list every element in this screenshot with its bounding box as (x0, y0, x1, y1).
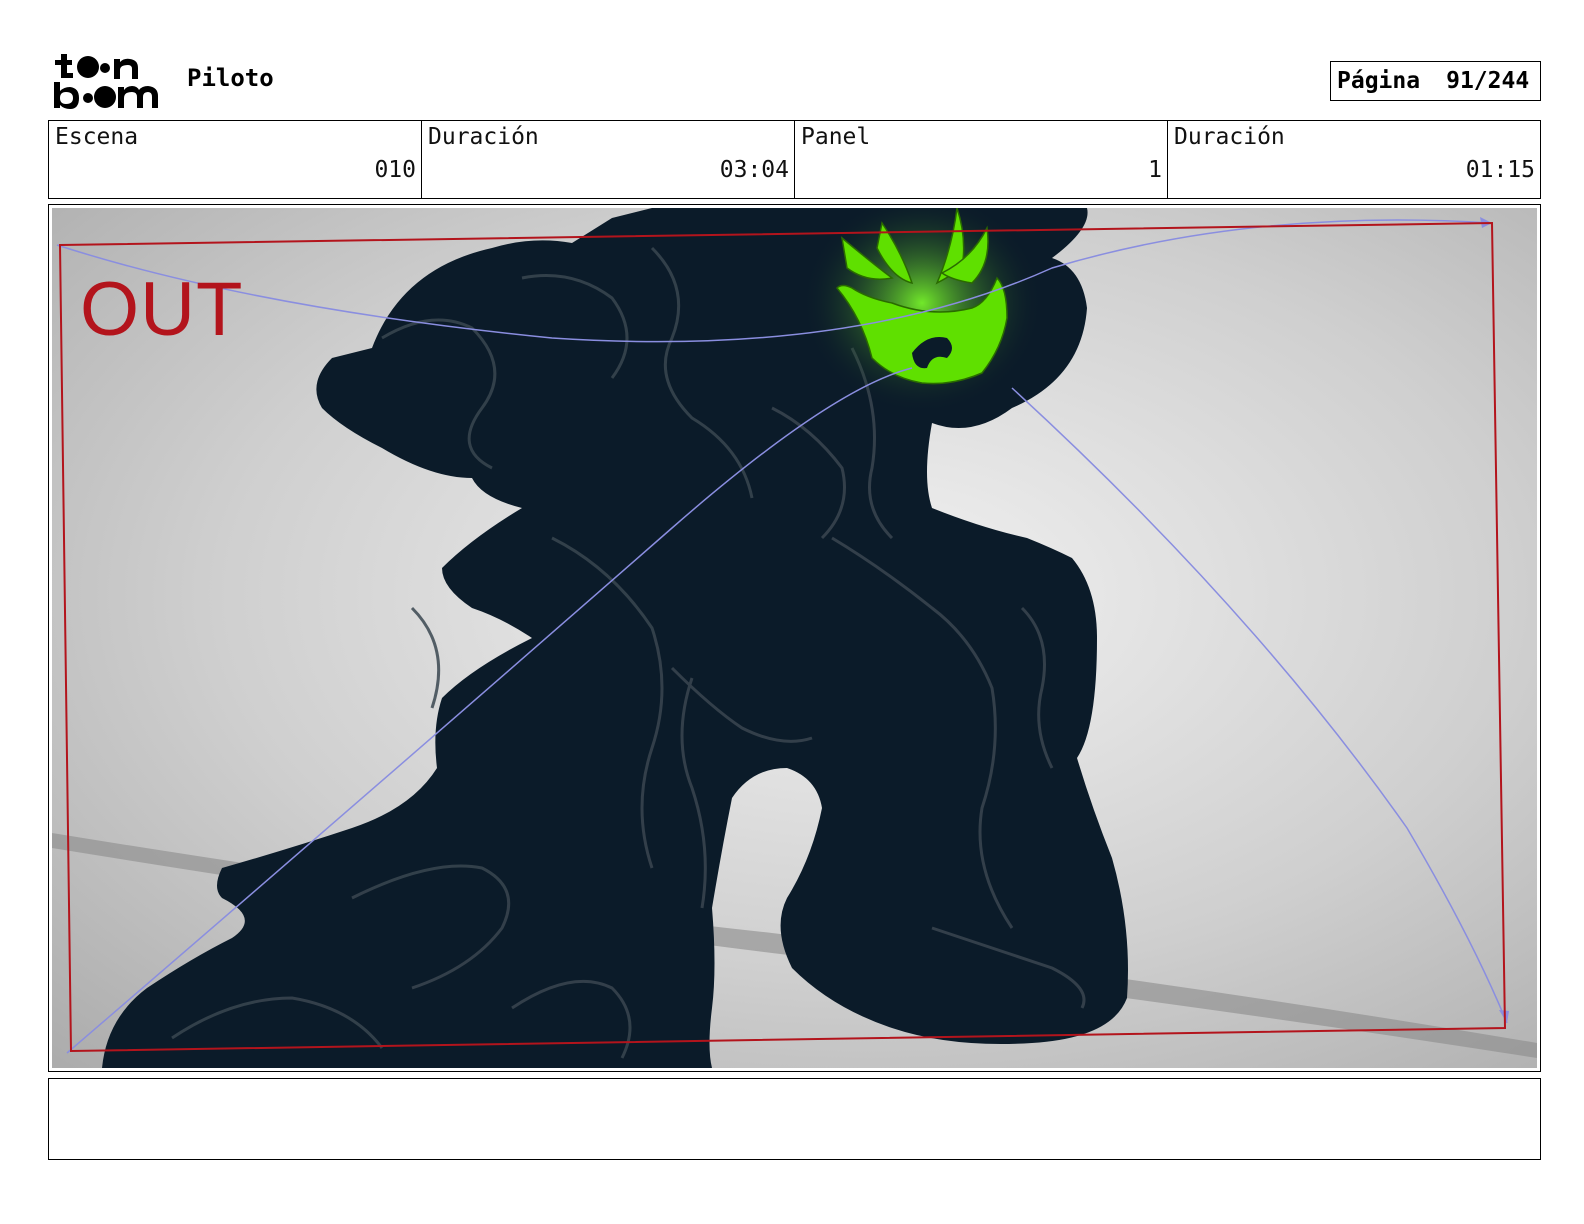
scene-duration-label: Duración (428, 124, 539, 150)
project-title: Piloto (187, 64, 274, 92)
scene-duration-value: 03:04 (719, 157, 789, 183)
scene-label: Escena (55, 124, 139, 150)
camera-out-label: OUT (80, 267, 244, 352)
panel-duration-label: Duración (1174, 124, 1285, 150)
panel-duration-value: 01:15 (1465, 157, 1535, 183)
page-indicator: Página 91/244 (1330, 61, 1541, 101)
panel-drawing: OUT (52, 208, 1537, 1068)
storyboard-panel: OUT (48, 204, 1541, 1072)
panel-duration-cell: Duración 01:15 (1168, 121, 1540, 198)
page-label: Página (1337, 68, 1421, 94)
panel-notes-box (48, 1078, 1541, 1160)
panel-artwork (52, 208, 1537, 1068)
scene-value: 010 (374, 157, 416, 183)
panel-label: Panel (801, 124, 871, 150)
page-number: 91/244 (1446, 68, 1530, 94)
panel-info-row: Escena 010 Duración 03:04 Panel 1 Duraci… (48, 120, 1541, 199)
panel-value: 1 (1148, 157, 1162, 183)
panel-cell: Panel 1 (795, 121, 1168, 198)
scene-duration-cell: Duración 03:04 (422, 121, 795, 198)
toon-boom-logo (52, 52, 164, 110)
scene-cell: Escena 010 (49, 121, 422, 198)
